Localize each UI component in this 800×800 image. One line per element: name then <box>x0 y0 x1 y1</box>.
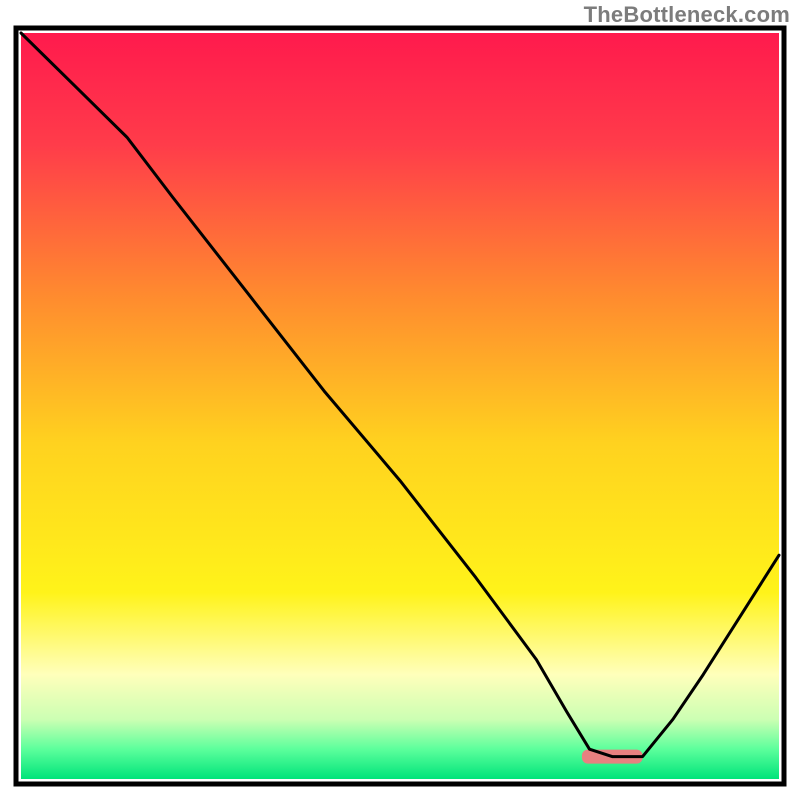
chart-container: TheBottleneck.com <box>0 0 800 800</box>
bottleneck-chart <box>0 0 800 800</box>
